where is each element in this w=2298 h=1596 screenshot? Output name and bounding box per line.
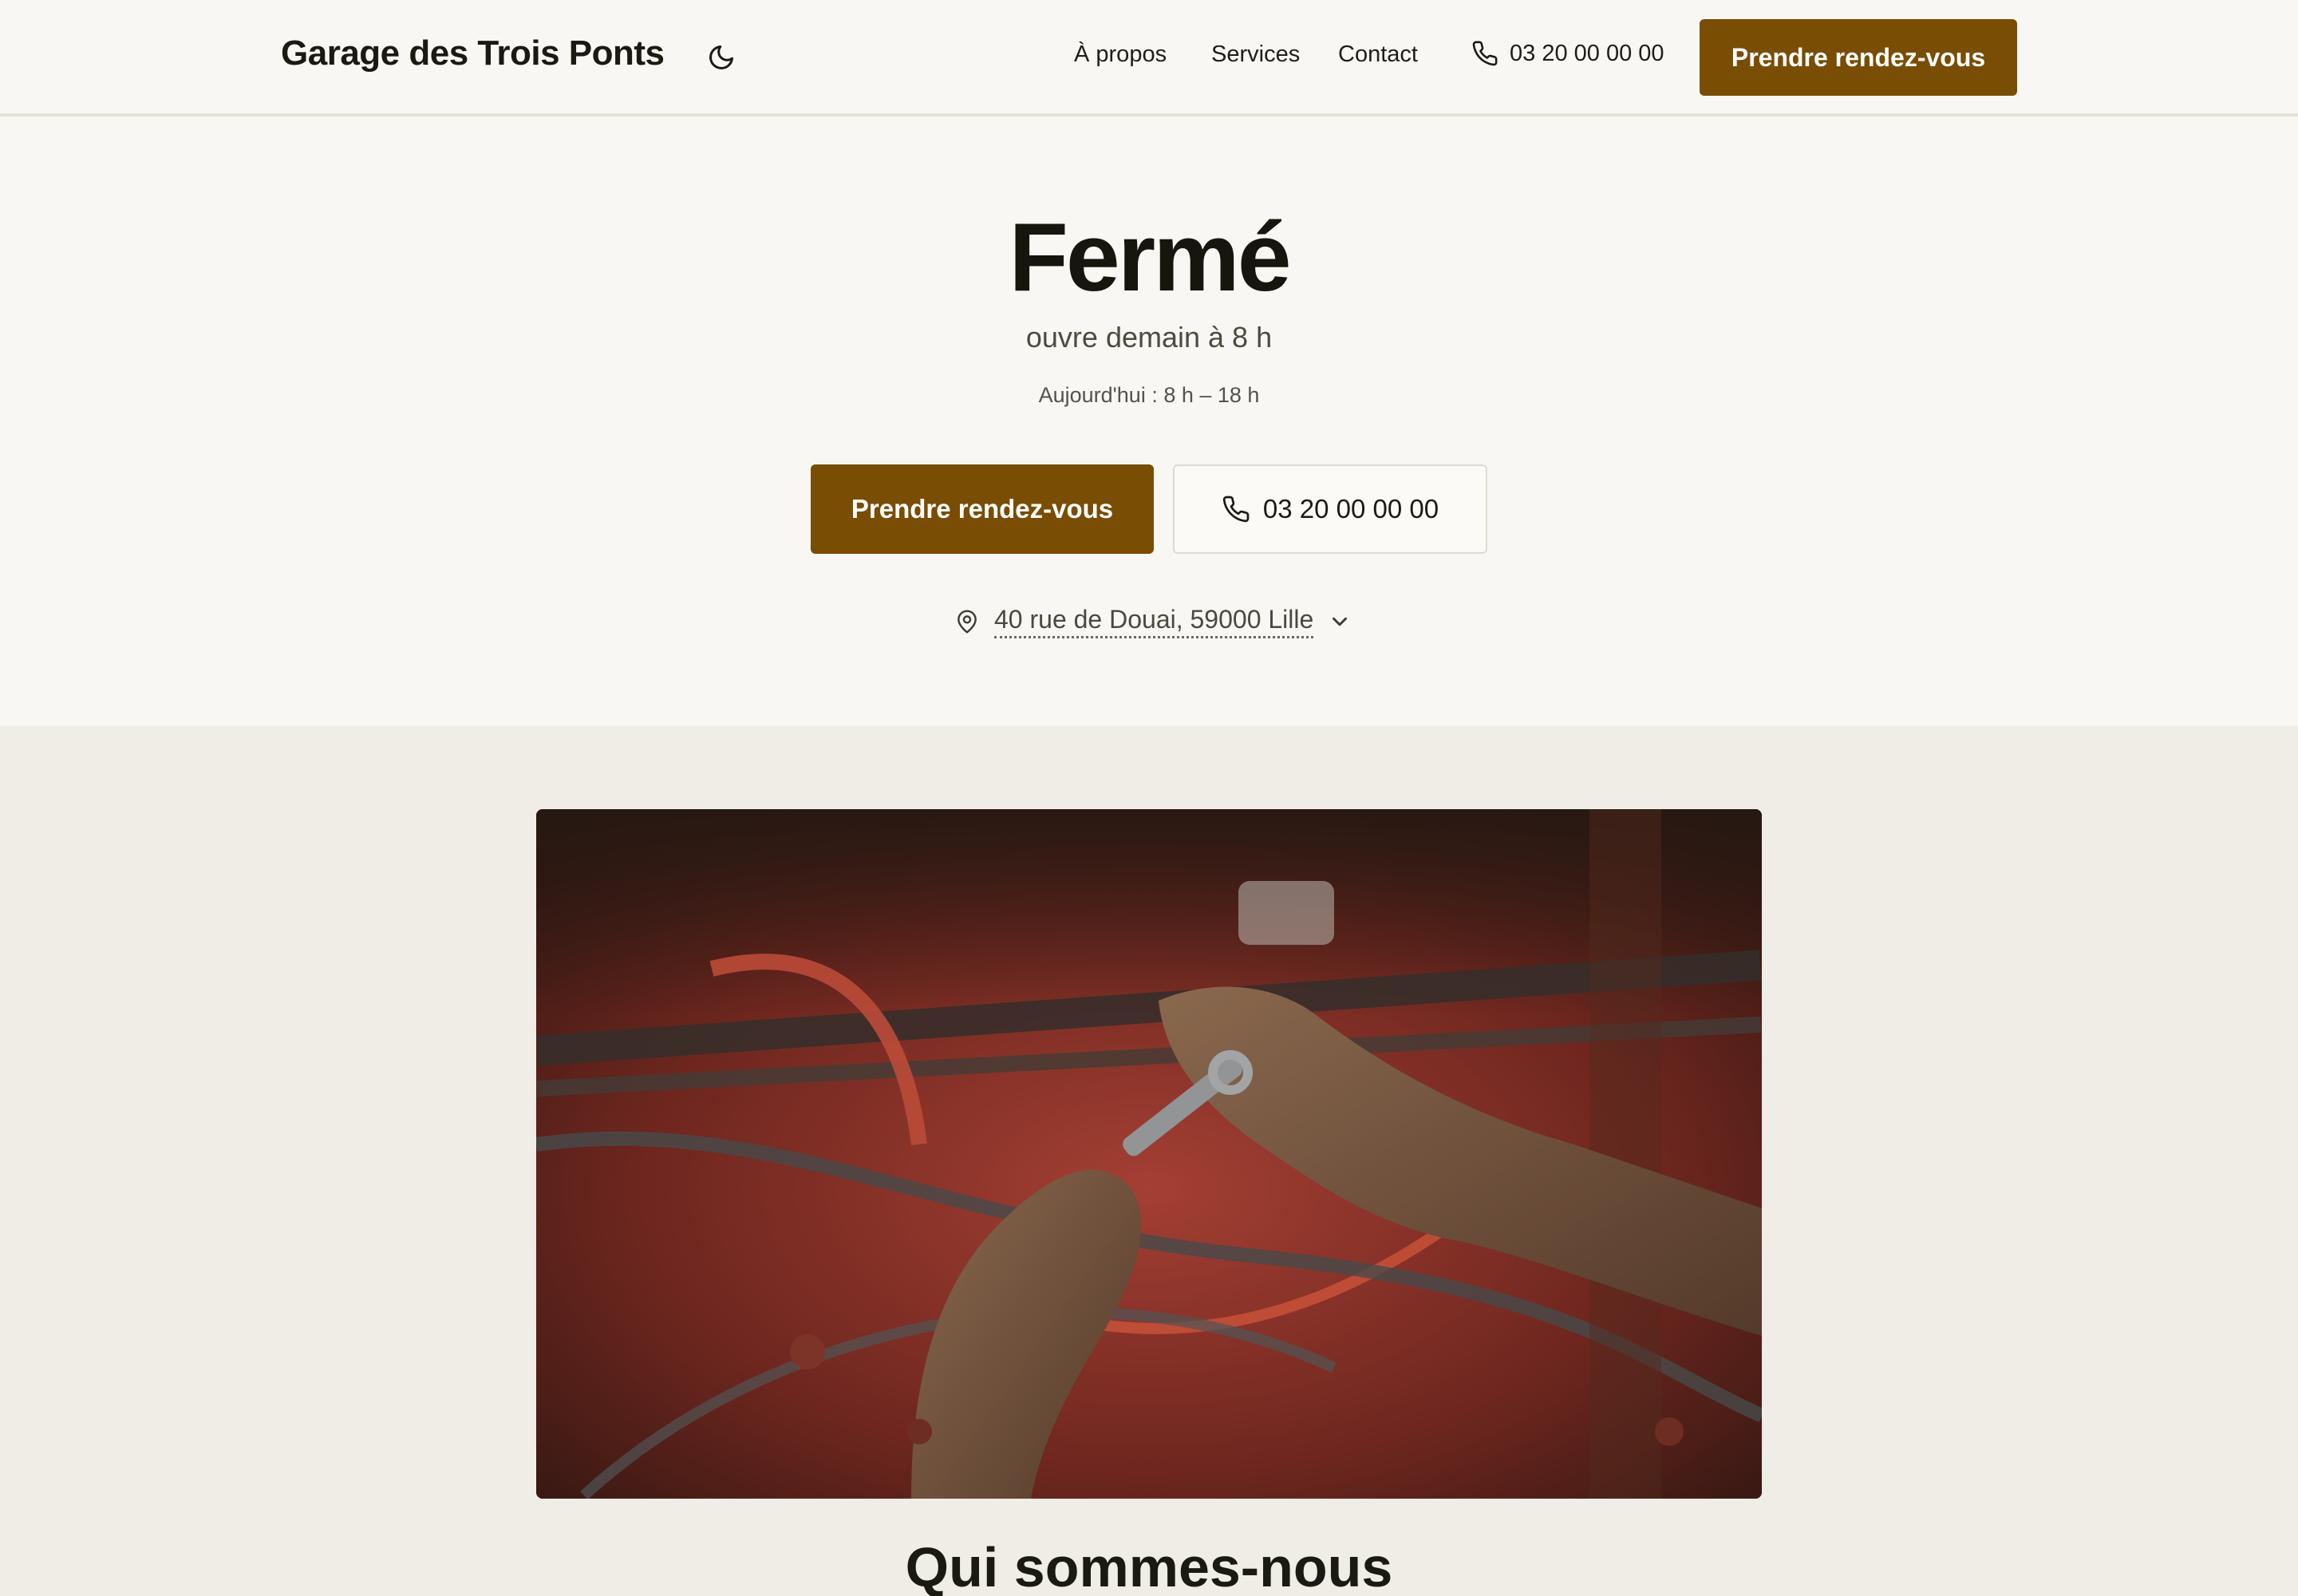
header-appointment-button[interactable]: Prendre rendez-vous — [1700, 19, 2017, 96]
hero-phone-button[interactable]: 03 20 00 00 00 — [1173, 464, 1487, 554]
about-title: Qui sommes-nous — [905, 1536, 1393, 1596]
hours-today: Aujourd'hui : 8 h – 18 h — [1038, 383, 1260, 407]
nav-link-contact[interactable]: Contact — [1338, 41, 1418, 68]
theme-toggle-button[interactable] — [704, 40, 739, 75]
nav-link-services[interactable]: Services — [1211, 41, 1300, 68]
next-opening-text: ouvre demain à 8 h — [1025, 321, 1273, 354]
map-pin-icon — [958, 610, 977, 634]
hero-appointment-button[interactable]: Prendre rendez-vous — [811, 464, 1154, 554]
site-header: Garage des Trois Ponts À propos Services… — [0, 0, 2298, 117]
address-text: 40 rue de Douai, 59000 Lille — [994, 605, 1314, 638]
header-phone-number: 03 20 00 00 00 — [1510, 40, 1664, 66]
chevron-down-icon — [1333, 617, 1348, 626]
hero-section: Fermé ouvre demain à 8 h Aujourd'hui : 8… — [0, 120, 2298, 726]
phone-icon — [1472, 41, 1498, 66]
brand-name[interactable]: Garage des Trois Ponts — [281, 34, 665, 73]
address-toggle[interactable]: 40 rue de Douai, 59000 Lille — [954, 605, 1352, 638]
nav-link-a-propos[interactable]: À propos — [1074, 41, 1167, 68]
header-phone-link[interactable]: 03 20 00 00 00 — [1471, 40, 1664, 67]
phone-icon — [1222, 496, 1250, 523]
mechanic-hands-photo — [536, 809, 1762, 1499]
opening-status: Fermé — [1009, 203, 1291, 311]
about-section: Qui sommes-nous — [0, 726, 2298, 1596]
moon-icon — [709, 45, 733, 69]
hero-phone-number: 03 20 00 00 00 — [1262, 494, 1439, 523]
